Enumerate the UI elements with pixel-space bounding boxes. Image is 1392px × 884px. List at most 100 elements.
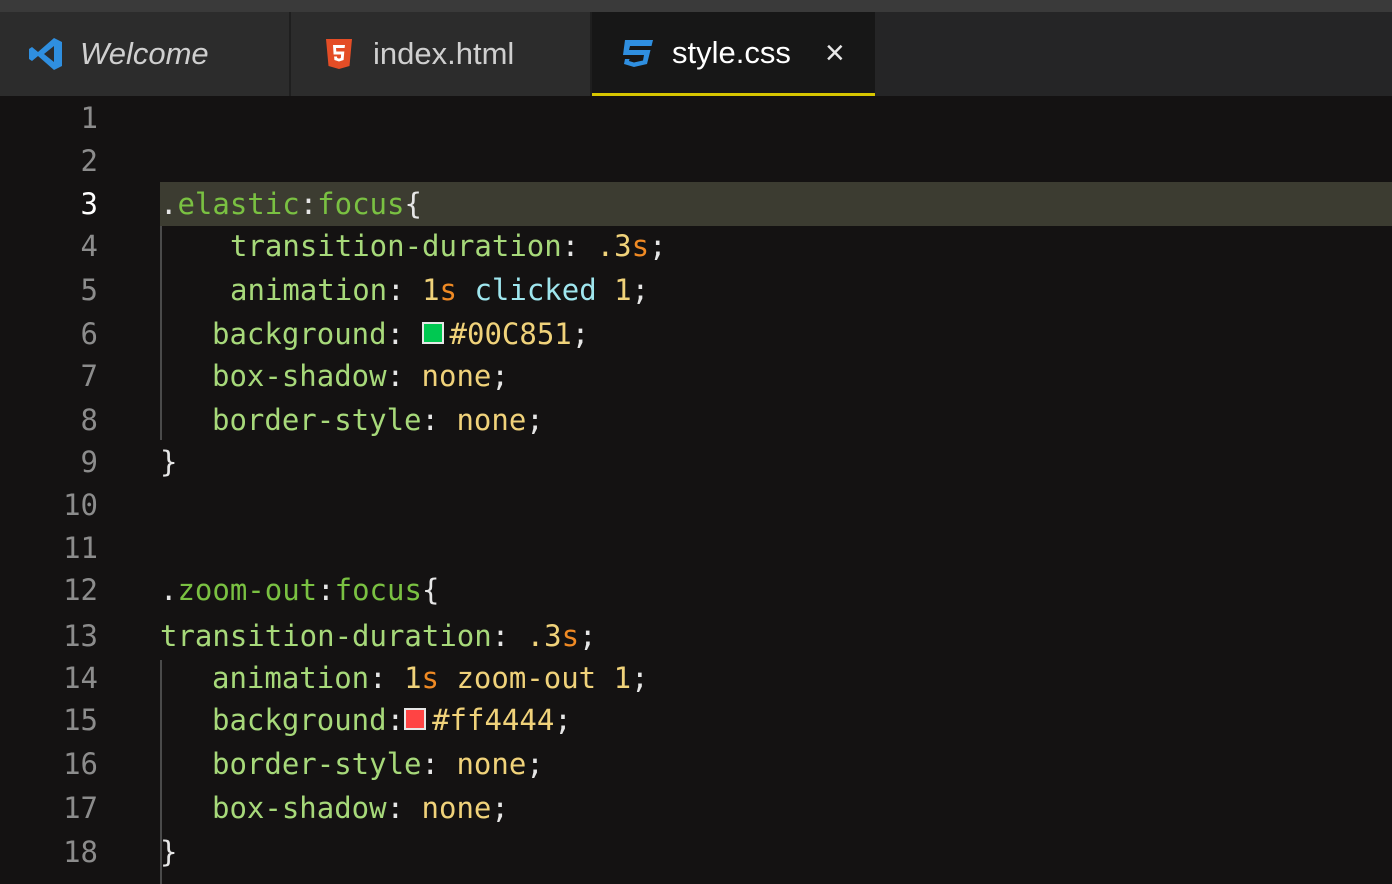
- code-line: 7 box-shadow: none;: [0, 354, 1392, 398]
- property-colon: :: [421, 747, 457, 781]
- semicolon: ;: [649, 229, 667, 263]
- code-line: 1: [0, 96, 1392, 140]
- line-number: 8: [80, 403, 98, 437]
- semicolon: ;: [571, 317, 590, 351]
- code-text: }: [160, 440, 177, 484]
- code-line: 2: [0, 139, 1392, 183]
- line-number: 10: [63, 488, 98, 522]
- open-brace: {: [421, 573, 440, 607]
- pseudo-class: focus: [334, 573, 422, 607]
- code-text: animation: 1s zoom-out 1;: [212, 656, 649, 700]
- code-line: 4 transition-duration: .3s;: [0, 224, 1392, 268]
- tab-style-css[interactable]: style.css ×: [592, 12, 875, 96]
- close-brace: }: [160, 835, 178, 869]
- property-colon: :: [386, 317, 422, 351]
- tab-welcome[interactable]: Welcome: [0, 12, 291, 96]
- property-name: transition-duration: [230, 229, 562, 263]
- code-text: box-shadow: none;: [212, 354, 509, 398]
- number-value: .3: [526, 619, 562, 653]
- line-number: 7: [80, 359, 98, 393]
- color-swatch-red[interactable]: [404, 708, 427, 730]
- property-colon: :: [491, 619, 527, 653]
- keyword-value: none: [421, 359, 492, 393]
- selector-dot: .: [160, 187, 178, 221]
- semicolon: ;: [491, 791, 509, 825]
- html5-icon: [319, 34, 359, 74]
- unit: s: [631, 229, 650, 263]
- property-colon: :: [386, 359, 422, 393]
- code-line: 16 border-style: none;: [0, 742, 1392, 786]
- code-text: box-shadow: none;: [212, 786, 509, 830]
- property-name: animation: [230, 273, 388, 307]
- number-value: 1: [404, 661, 422, 695]
- code-editor[interactable]: 1 2 3 .elastic:focus{ 4 transition-durat…: [0, 96, 1392, 884]
- code-line: 6 background: #00C851;: [0, 312, 1392, 356]
- tab-close-icon[interactable]: ×: [825, 36, 845, 70]
- code-text: border-style: none;: [212, 398, 544, 442]
- property-colon: :: [421, 403, 457, 437]
- code-text: background: #00C851;: [212, 312, 589, 356]
- animation-name: clicked: [474, 273, 597, 307]
- line-number: 12: [63, 573, 98, 607]
- code-line: 5 animation: 1s clicked 1;: [0, 268, 1392, 312]
- line-number: 2: [80, 144, 98, 178]
- line-number: 15: [63, 703, 98, 737]
- selector-dot: .: [160, 573, 178, 607]
- code-line: 11: [0, 526, 1392, 570]
- property-colon: :: [386, 791, 422, 825]
- property-colon: :: [369, 661, 405, 695]
- hex-color-value: #00C851: [449, 317, 572, 351]
- tab-index-html-label: index.html: [373, 36, 515, 71]
- semicolon: ;: [526, 403, 544, 437]
- number-value: .3: [596, 229, 632, 263]
- pseudo-class: focus: [317, 187, 405, 221]
- semicolon: ;: [579, 619, 597, 653]
- number-value: 1: [614, 273, 632, 307]
- semicolon: ;: [526, 747, 544, 781]
- line-number: 11: [63, 531, 98, 565]
- line-number: 1: [80, 101, 98, 135]
- property-name: box-shadow: [212, 791, 387, 825]
- line-number: 6: [80, 317, 98, 351]
- property-name: border-style: [212, 403, 422, 437]
- line-number: 13: [63, 619, 98, 653]
- css3-icon: [618, 33, 658, 73]
- tab-index-html[interactable]: index.html: [291, 12, 592, 96]
- code-line: 14 animation: 1s zoom-out 1;: [0, 656, 1392, 700]
- line-number: 5: [80, 273, 98, 307]
- keyword-value: none: [456, 403, 527, 437]
- property-colon: :: [386, 703, 405, 737]
- window-top-strip: [0, 0, 1392, 12]
- tab-bar: Welcome index.html style.css ×: [0, 12, 1392, 96]
- semicolon: ;: [631, 661, 649, 695]
- code-text: background: #ff4444;: [212, 698, 572, 742]
- vscode-icon: [26, 34, 66, 74]
- code-text: animation: 1s clicked 1;: [230, 268, 649, 312]
- property-colon: :: [387, 273, 423, 307]
- code-text: }: [160, 830, 177, 874]
- code-line: 17 box-shadow: none;: [0, 786, 1392, 830]
- line-number: 17: [63, 791, 98, 825]
- code-line: 3 .elastic:focus{: [0, 182, 1392, 226]
- line-number: 16: [63, 747, 98, 781]
- property-colon: :: [561, 229, 597, 263]
- number-value: 1: [422, 273, 440, 307]
- code-text: .elastic:focus{: [160, 182, 422, 226]
- property-name: animation: [212, 661, 370, 695]
- tab-style-css-label: style.css: [672, 34, 791, 70]
- property-name: background: [212, 317, 387, 351]
- code-line: 9 }: [0, 440, 1392, 484]
- close-brace: }: [160, 445, 178, 479]
- code-line: 10: [0, 483, 1392, 527]
- line-number: 4: [80, 229, 98, 263]
- code-line: 12 .zoom-out:focus{: [0, 568, 1392, 612]
- color-swatch-green[interactable]: [421, 322, 444, 344]
- code-text: .zoom-out:focus{: [160, 568, 439, 612]
- unit: s: [561, 619, 580, 653]
- code-line: 18 }: [0, 830, 1392, 874]
- selector-name: zoom-out: [177, 573, 318, 607]
- unit: s: [421, 661, 439, 695]
- tab-welcome-label: Welcome: [80, 36, 209, 71]
- selector-name: elastic: [177, 187, 300, 221]
- semicolon: ;: [491, 359, 509, 393]
